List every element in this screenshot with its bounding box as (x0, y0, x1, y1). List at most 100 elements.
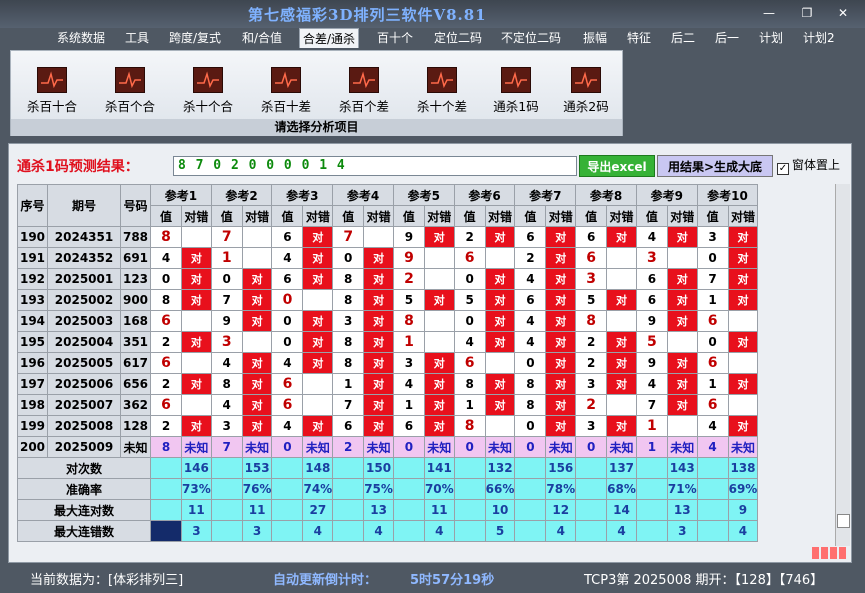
table-row[interactable]: 192 2025001 123 0 对 0 对 6 对 8 对 2 0 对 4 对 3 6 对 7 对 (17, 268, 759, 290)
ref-hit-status: 对 (484, 310, 516, 332)
ref-hit-status: 对 (666, 310, 698, 332)
menu-item-sum[interactable]: 和/合值 (239, 28, 285, 48)
export-excel-button[interactable]: 导出excel (579, 155, 655, 177)
ribbon-button-kill-sg-sum[interactable]: 杀十个合 (171, 67, 245, 117)
ref-hit-status: 未知 (484, 436, 516, 458)
ref-value: 0 (271, 331, 304, 353)
menu-item-system-data[interactable]: 系统数据 (54, 28, 108, 48)
menu-item-feature[interactable]: 特征 (624, 28, 654, 48)
stats-row: 最大连对数 11 11 27 13 11 10 12 14 13 9 (17, 499, 759, 521)
title-bar: 第七感福彩3D排列三软件V8.81 — ❐ ✕ (0, 0, 865, 28)
ref-hit-status: 对 (423, 352, 455, 374)
ref-hit-status: 对 (181, 373, 212, 395)
table-row[interactable]: 197 2025006 656 2 对 8 对 6 1 对 4 对 8 对 8 对 3 对 4 对 1 对 (17, 373, 759, 395)
stats-spacer (150, 457, 182, 479)
menu-item-hundreds-tens-units[interactable]: 百十个 (374, 28, 416, 48)
topmost-checkbox[interactable]: ✓ 窗体置上 (777, 156, 840, 175)
ref-hit-status: 对 (363, 247, 394, 269)
stats-value: 3 (241, 520, 273, 542)
table-row-pending[interactable]: 200 2025009 未知 8 未知 7 未知 0 未知 2 未知 0 未知 0 未知 0 未知 0 未知 1 未知 4… (17, 436, 759, 458)
col-header-hit: 对错 (302, 205, 334, 227)
col-header-ref: 参考6 (453, 184, 516, 206)
stats-spacer (392, 478, 425, 500)
row-code: 656 (120, 373, 151, 395)
stats-value: 70% (423, 478, 455, 500)
ref-hit-status: 对 (484, 331, 516, 353)
stats-value: 137 (606, 457, 637, 479)
ribbon-button-kill-two[interactable]: 通杀2码 (549, 67, 623, 117)
menu-item-last-one[interactable]: 后一 (712, 28, 742, 48)
menu-item-sum-diff-kill[interactable]: 合差/通杀 (299, 28, 360, 48)
ribbon-button-kill-bg-sum[interactable]: 杀百个合 (93, 67, 167, 117)
menu-item-plan2[interactable]: 计划2 (800, 28, 838, 48)
ref-value: 7 (332, 394, 365, 416)
ref-value: 0 (210, 268, 243, 290)
table-row[interactable]: 194 2025003 168 6 9 对 0 对 3 对 8 0 对 4 对 8 9 对 6 (17, 310, 759, 332)
menu-item-last-two[interactable]: 后二 (668, 28, 698, 48)
stats-value: 13 (666, 499, 698, 521)
minimize-icon[interactable]: — (758, 4, 780, 22)
ref-hit-status: 对 (545, 310, 577, 332)
ref-hit-status: 对 (241, 394, 273, 416)
status-bar: 当前数据为：[体彩排列三] 自动更新倒计时： 5时57分19秒 TCP3第 20… (0, 565, 865, 593)
ref-value: 4 (453, 331, 486, 353)
table-row[interactable]: 196 2025005 617 6 4 对 4 对 8 对 3 对 6 0 对 2 对 9 对 6 (17, 352, 759, 374)
ref-value: 6 (514, 226, 547, 248)
menu-item-span[interactable]: 跨度/复式 (166, 28, 224, 48)
chart-icon (571, 67, 601, 93)
table-row[interactable]: 198 2025007 362 6 4 对 6 7 对 1 对 1 对 8 对 2 7 对 6 (17, 394, 759, 416)
ref-hit-status (727, 394, 759, 416)
ribbon-button-kill-bg-diff[interactable]: 杀百个差 (327, 67, 401, 117)
stats-spacer (575, 499, 608, 521)
ref-hit-status: 对 (727, 226, 759, 248)
stats-spacer (271, 520, 304, 542)
col-header-value: 值 (392, 205, 425, 227)
ref-value: 4 (635, 373, 668, 395)
stats-row: 准确率 73% 76% 74% 75% 70% 66% 78% 68% 71% 69% (17, 478, 759, 500)
menu-item-tools[interactable]: 工具 (122, 28, 152, 48)
generate-base-button[interactable]: 用结果>生成大底 (657, 155, 773, 177)
stats-spacer (575, 520, 608, 542)
results-table: 序号 期号 号码 参考1 参考2 参考3 参考4 参考5 参考6 参考7 参考8 参考9 参考10 值对错… (17, 184, 759, 542)
ribbon-button-kill-one[interactable]: 通杀1码 (479, 67, 553, 117)
menu-item-unpositioned-two[interactable]: 不定位二码 (498, 28, 564, 48)
table-row[interactable]: 190 2024351 788 8 7 6 对 7 9 对 2 对 6 对 6 对 4 对 3 对 (17, 226, 759, 248)
ref-value: 8 (514, 394, 547, 416)
ribbon-button-kill-sg-diff[interactable]: 杀十个差 (405, 67, 479, 117)
stats-spacer (514, 499, 547, 521)
row-seq: 195 (17, 331, 48, 353)
ribbon-button-kill-bs-sum[interactable]: 杀百十合 (15, 67, 89, 117)
ref-value: 6 (271, 268, 304, 290)
menu-item-plan[interactable]: 计划 (756, 28, 786, 48)
col-header-value: 值 (514, 205, 547, 227)
menu-item-positioned-two[interactable]: 定位二码 (431, 28, 485, 48)
ref-value: 5 (635, 331, 668, 353)
table-row[interactable]: 193 2025002 900 8 对 7 对 0 8 对 5 对 5 对 6 对 5 对 6 对 1 对 (17, 289, 759, 311)
table-row[interactable]: 195 2025004 351 2 对 3 0 对 8 对 1 4 对 4 对 2 对 5 0 对 (17, 331, 759, 353)
ref-hit-status: 对 (363, 352, 394, 374)
ref-hit-status (181, 310, 212, 332)
table-row[interactable]: 191 2024352 691 4 对 1 4 对 0 对 9 6 2 对 6 3 0 对 (17, 247, 759, 269)
ref-value: 3 (575, 268, 608, 290)
menu-item-amplitude[interactable]: 振幅 (580, 28, 610, 48)
prediction-value-field[interactable]: 8 7 0 2 0 0 0 0 1 4 (173, 156, 577, 176)
latest-issue-info: TCP3第 2025008 期开：【128】【746】 (584, 573, 824, 588)
stats-spacer (271, 499, 304, 521)
ribbon-button-kill-bs-diff[interactable]: 杀百十差 (249, 67, 323, 117)
scroll-thumb[interactable] (837, 514, 850, 528)
vertical-scrollbar[interactable] (835, 184, 850, 546)
ref-value: 0 (453, 436, 486, 458)
ref-hit-status: 未知 (363, 436, 394, 458)
ref-value: 2 (575, 331, 608, 353)
ref-hit-status: 对 (545, 289, 577, 311)
close-icon[interactable]: ✕ (832, 4, 854, 22)
stats-value: 73% (181, 478, 212, 500)
stats-value: 76% (241, 478, 273, 500)
ref-value: 3 (392, 352, 425, 374)
maximize-icon[interactable]: ❐ (796, 4, 818, 22)
ref-hit-status (241, 331, 273, 353)
ref-hit-status: 对 (666, 289, 698, 311)
table-row[interactable]: 199 2025008 128 2 对 3 对 4 对 6 对 6 对 8 0 对 3 对 1 4 对 (17, 415, 759, 437)
ref-value: 0 (696, 331, 729, 353)
ref-value: 4 (271, 415, 304, 437)
